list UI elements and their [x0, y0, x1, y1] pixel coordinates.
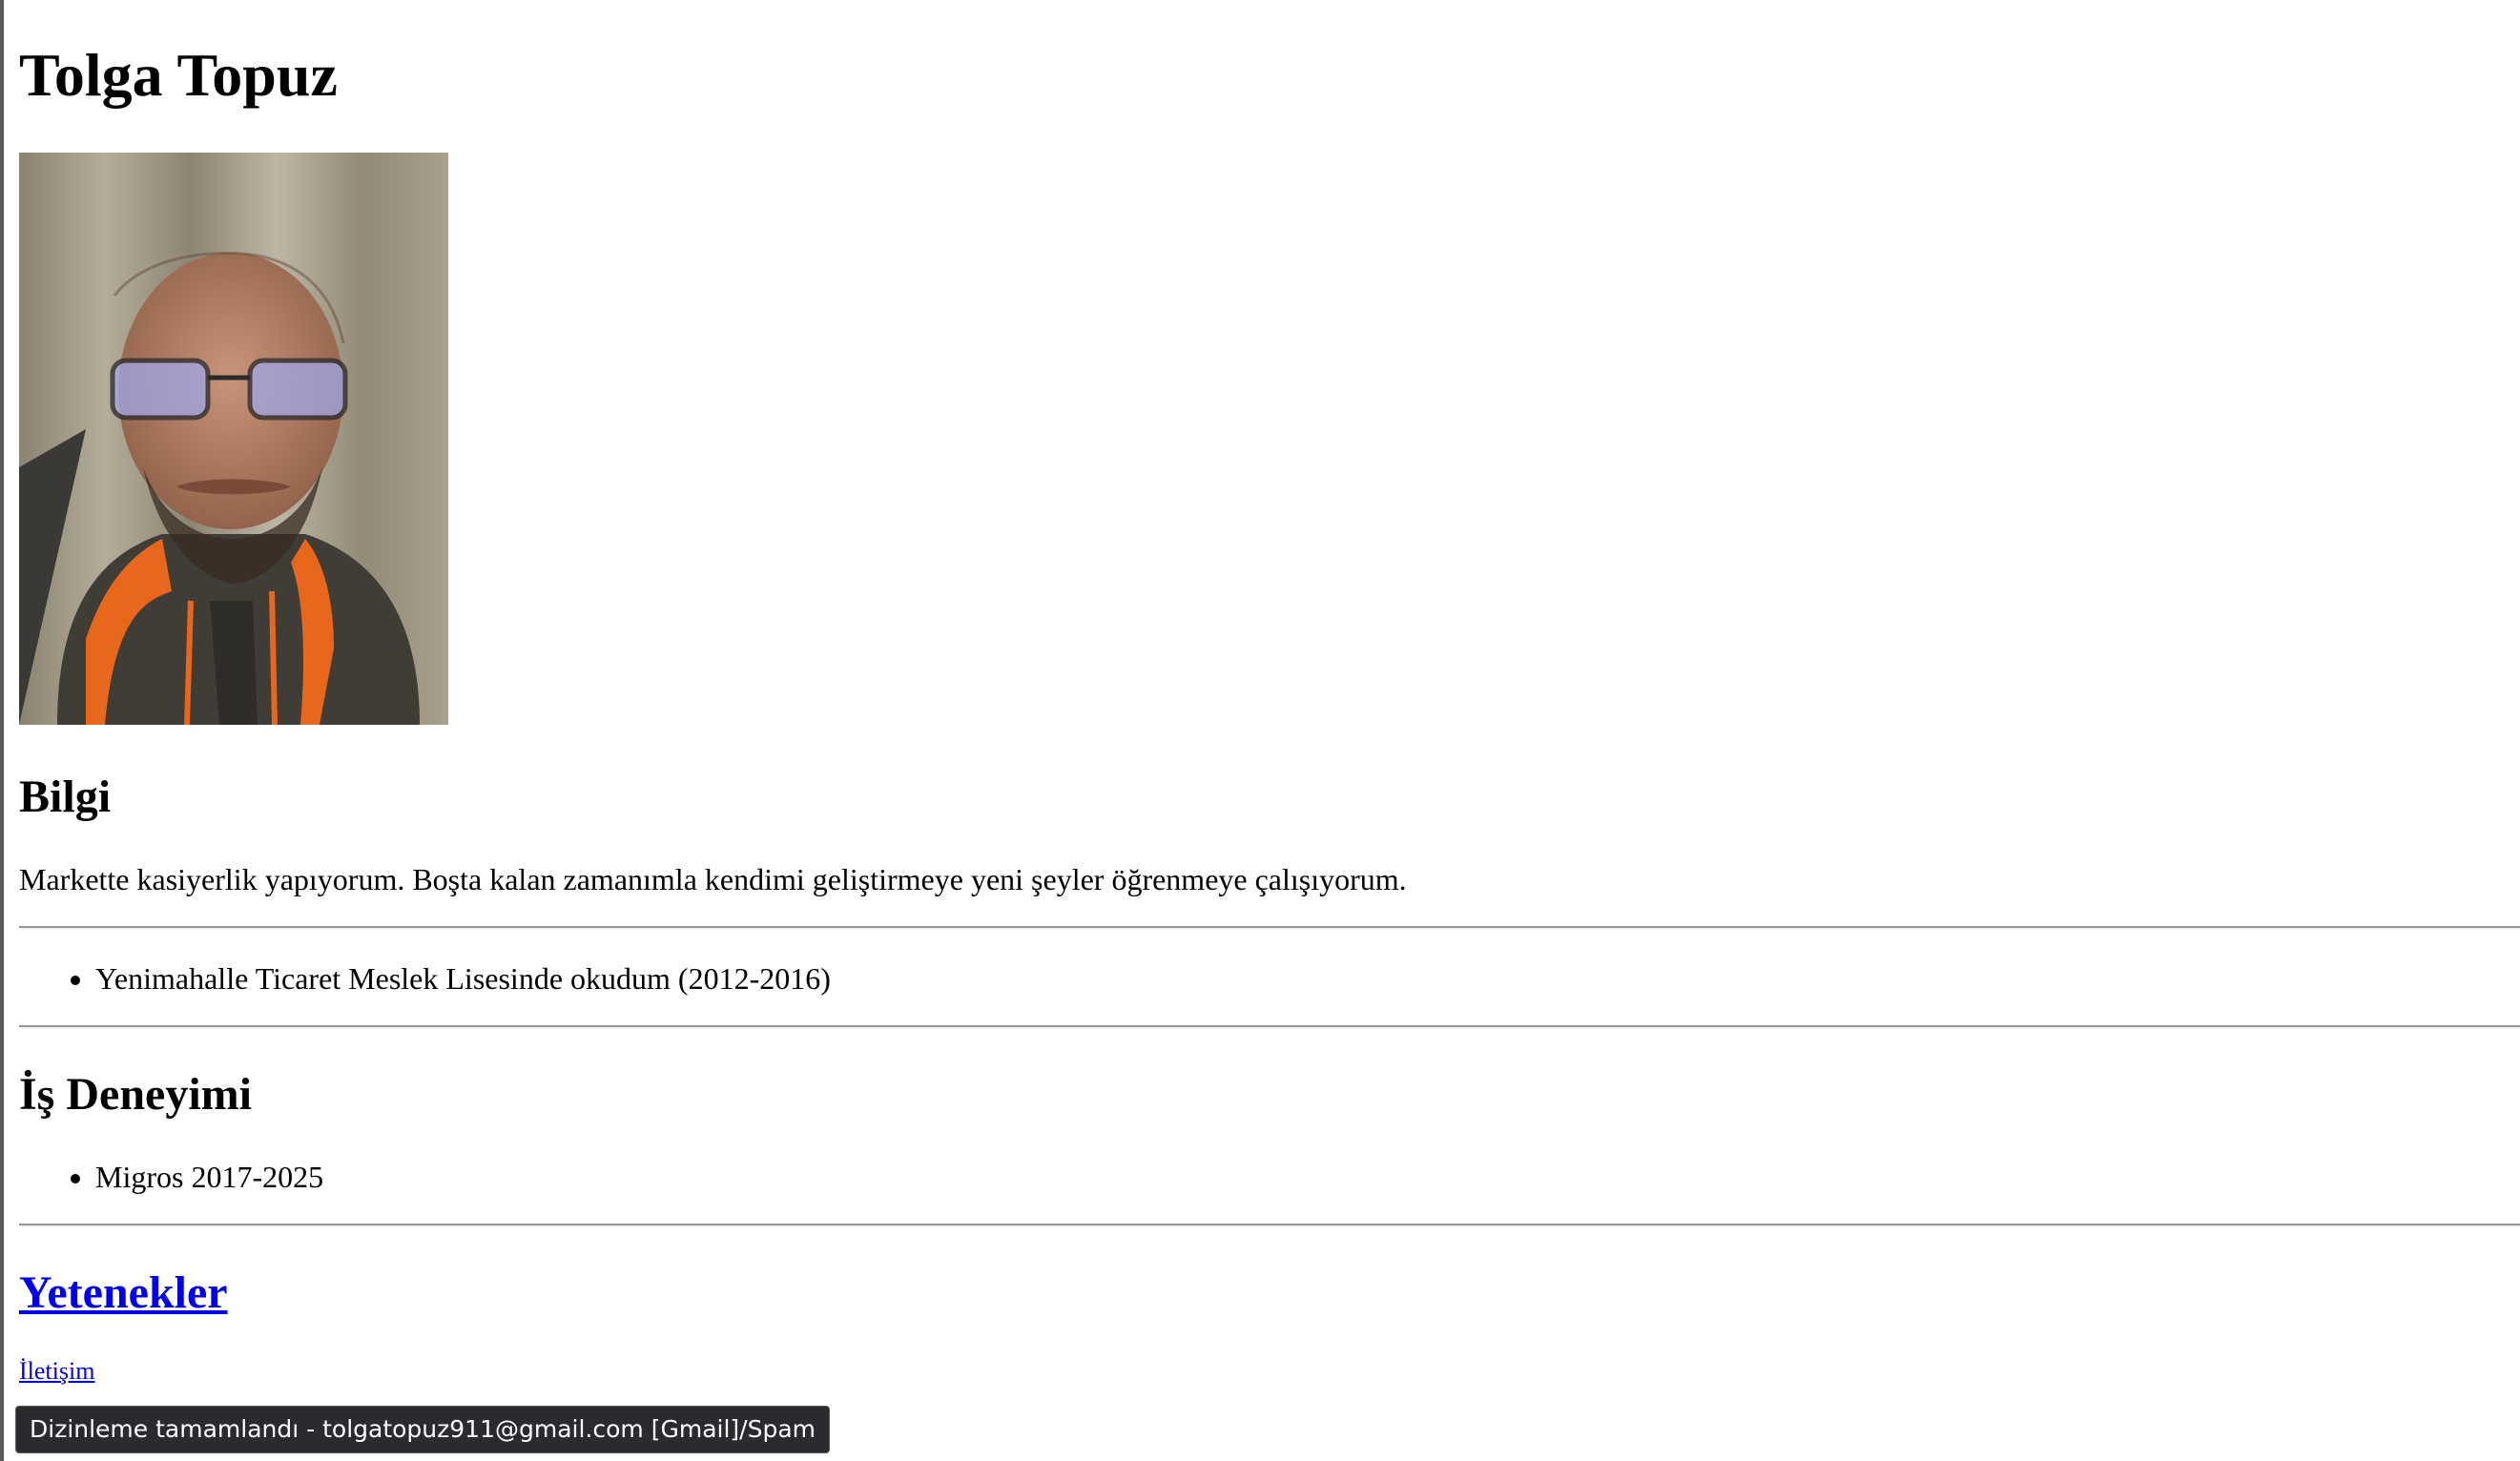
list-item-text: Yenimahalle Ticaret Meslek Lisesinde oku…: [95, 961, 831, 996]
bullet-icon: [71, 1174, 80, 1183]
contact-paragraph: İletişim: [19, 1354, 94, 1389]
list-item: Yenimahalle Ticaret Meslek Lisesinde oku…: [19, 957, 831, 999]
portrait-photo-icon: [19, 153, 448, 725]
page-title: Tolga Topuz: [19, 41, 338, 109]
window-left-edge: [0, 0, 4, 1461]
about-text: Markette kasiyerlik yapıyorum. Boşta kal…: [19, 862, 1407, 896]
list-item: Migros 2017-2025: [19, 1156, 323, 1198]
bullet-icon: [71, 976, 80, 985]
profile-photo: [19, 153, 448, 725]
education-list: Yenimahalle Ticaret Meslek Lisesinde oku…: [19, 957, 831, 999]
skills-heading: Yetenekler: [19, 1263, 228, 1324]
about-heading: Bilgi: [19, 772, 112, 822]
list-item-text: Migros 2017-2025: [95, 1160, 324, 1194]
contact-link[interactable]: İletişim: [19, 1357, 94, 1385]
skills-link[interactable]: Yetenekler: [19, 1267, 228, 1318]
experience-heading: İş Deneyimi: [19, 1069, 252, 1120]
status-tooltip: Dizinleme tamamlandı - tolgatopuz911@gma…: [15, 1406, 830, 1453]
experience-list: Migros 2017-2025: [19, 1156, 323, 1198]
divider: [19, 1224, 2520, 1226]
divider: [19, 926, 2520, 929]
divider: [19, 1025, 2520, 1028]
